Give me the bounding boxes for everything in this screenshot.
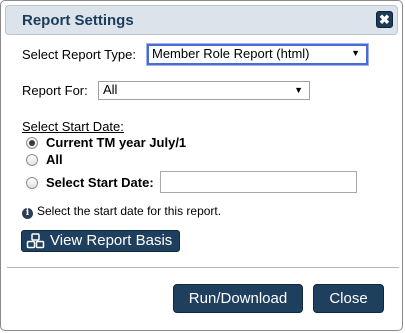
close-button[interactable]: Close [313,284,384,313]
start-date-input[interactable] [160,171,357,193]
view-report-basis-button[interactable]: View Report Basis [21,230,180,252]
radio-label: All [46,152,63,167]
report-settings-dialog: Report Settings ✖ Select Report Type: Me… [0,0,403,331]
close-x-icon[interactable]: ✖ [376,11,393,28]
report-type-label: Select Report Type: [22,47,136,62]
info-icon: i [22,208,33,219]
start-date-info: i Select the start date for this report. [22,204,221,219]
report-type-select[interactable]: Member Role Report (html) ▼ [146,43,369,66]
radio-label: Select Start Date: [46,175,154,190]
view-report-basis-label: View Report Basis [50,232,173,249]
report-for-label: Report For: [22,83,88,98]
radio-button[interactable] [26,137,38,149]
report-type-value: Member Role Report (html) [152,46,310,61]
dialog-title-bar: Report Settings ✖ [5,5,398,35]
radio-button[interactable] [26,154,38,166]
cubes-icon [26,233,45,249]
report-for-value: All [103,82,118,97]
dialog-title: Report Settings [22,12,134,29]
report-for-select[interactable]: All ▼ [98,81,310,100]
info-text: Select the start date for this report. [37,204,222,218]
run-download-button[interactable]: Run/Download [173,284,303,313]
start-date-section-title: Select Start Date: [22,119,124,134]
footer-divider [7,267,399,268]
radio-label: Current TM year July/1 [46,135,187,150]
chevron-down-icon: ▼ [351,48,360,58]
radio-button[interactable] [26,177,38,189]
chevron-down-icon: ▼ [294,85,303,95]
